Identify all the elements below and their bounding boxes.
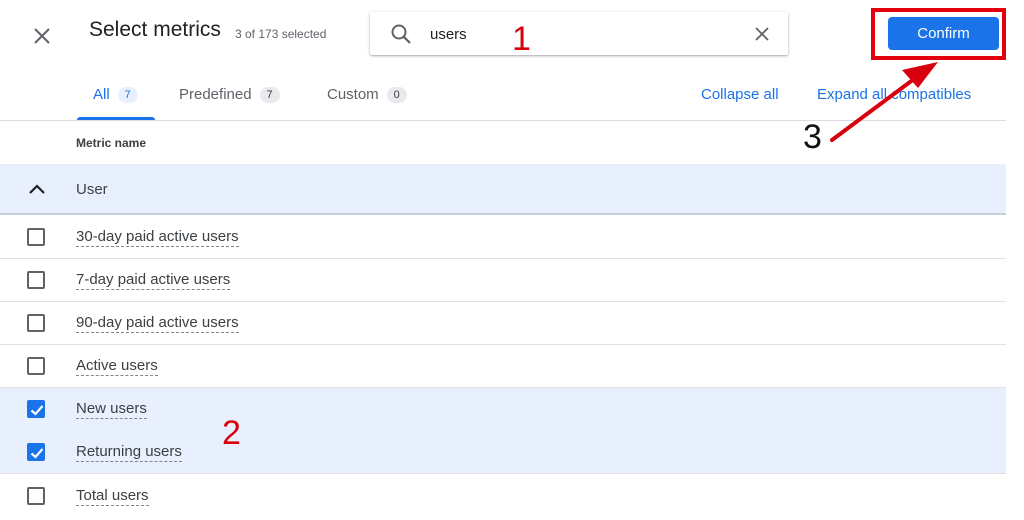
metric-name[interactable]: New users — [76, 400, 147, 419]
tab-predefined[interactable]: Predefined 7 — [179, 86, 280, 103]
search-box — [370, 12, 788, 55]
expand-all-compatibles-link[interactable]: Expand all compatibles — [817, 86, 971, 103]
table-row: 90-day paid active users — [0, 302, 1006, 345]
checkmark-icon — [30, 448, 44, 459]
row-checkbox[interactable] — [27, 271, 45, 289]
annotation-step-1: 1 — [512, 20, 531, 58]
search-input[interactable] — [430, 22, 730, 46]
table-row: Active users — [0, 345, 1006, 388]
page-title: Select metrics — [89, 18, 221, 41]
metric-name[interactable]: Total users — [76, 487, 149, 506]
group-row-user[interactable]: User — [0, 164, 1006, 215]
selection-count: 3 of 173 selected — [235, 27, 327, 41]
tab-count-badge: 7 — [259, 86, 280, 103]
divider — [0, 120, 1006, 121]
row-checkbox[interactable] — [27, 228, 45, 246]
table-row: Total users — [0, 475, 1006, 518]
row-checkbox[interactable] — [27, 314, 45, 332]
metric-name[interactable]: Returning users — [76, 443, 182, 462]
metric-name[interactable]: 30-day paid active users — [76, 228, 239, 247]
tab-label: Custom — [327, 86, 379, 103]
metric-name[interactable]: Active users — [76, 357, 158, 376]
annotation-step-3: 3 — [803, 118, 822, 156]
group-label: User — [76, 181, 108, 198]
close-icon — [34, 28, 50, 44]
row-checkbox[interactable] — [27, 443, 45, 461]
tab-count-badge: 7 — [117, 86, 138, 103]
select-metrics-dialog: Select metrics 3 of 173 selected Confirm… — [0, 0, 1024, 520]
annotation-step-2: 2 — [222, 414, 241, 452]
row-checkbox[interactable] — [27, 487, 45, 505]
table-row: 7-day paid active users — [0, 259, 1006, 302]
row-checkbox[interactable] — [27, 400, 45, 418]
tab-label: Predefined — [179, 86, 252, 103]
search-icon — [391, 24, 411, 44]
tab-count-badge: 0 — [386, 86, 407, 103]
row-checkbox[interactable] — [27, 357, 45, 375]
metric-name[interactable]: 90-day paid active users — [76, 314, 239, 333]
table-row: 30-day paid active users — [0, 216, 1006, 259]
tab-label: All — [93, 86, 110, 103]
column-header-metric-name: Metric name — [76, 136, 147, 150]
checkmark-icon — [30, 405, 44, 416]
table-row: New users — [0, 388, 1006, 431]
tab-custom[interactable]: Custom 0 — [327, 86, 407, 103]
collapse-all-link[interactable]: Collapse all — [701, 86, 779, 103]
close-button[interactable] — [24, 18, 60, 54]
clear-search-button[interactable] — [750, 22, 774, 46]
chevron-up-icon — [29, 184, 45, 194]
clear-search-icon — [755, 27, 769, 41]
tab-all[interactable]: All 7 — [93, 86, 138, 103]
metric-name[interactable]: 7-day paid active users — [76, 271, 231, 290]
confirm-button[interactable]: Confirm — [888, 17, 999, 50]
table-row: Returning users — [0, 431, 1006, 474]
